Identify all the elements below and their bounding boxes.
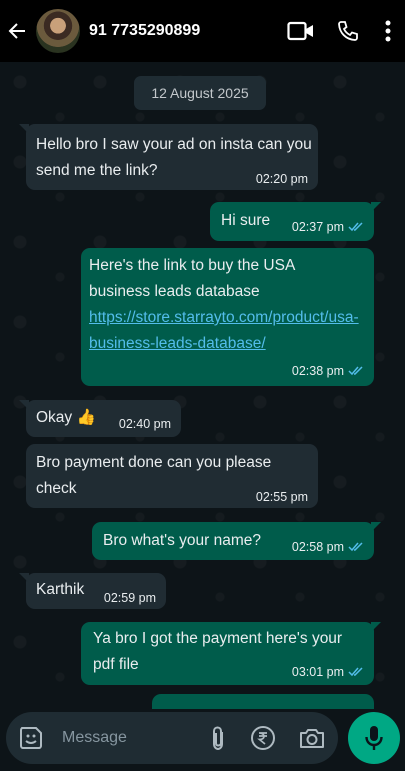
more-options-icon xyxy=(385,20,391,42)
message-incoming[interactable]: Okay 👍 02:40 pm xyxy=(19,400,181,437)
message-outgoing[interactable]: Ya bro I got the payment here's your pdf… xyxy=(81,622,381,685)
video-call-icon xyxy=(287,21,313,41)
payment-button[interactable] xyxy=(240,712,286,764)
voice-call-icon xyxy=(338,21,358,41)
sticker-icon xyxy=(20,727,42,749)
sticker-button[interactable] xyxy=(6,712,56,764)
message-input-bar[interactable]: Message xyxy=(6,712,338,764)
avatar[interactable] xyxy=(36,9,80,53)
video-call-button[interactable] xyxy=(277,0,325,62)
back-arrow-icon xyxy=(8,23,25,39)
message-time: 03:01 pm xyxy=(292,665,364,679)
composer: Message xyxy=(0,709,405,771)
message-time: 02:58 pm xyxy=(292,540,364,554)
camera-icon xyxy=(300,729,324,748)
message-text: Here's the link to buy the USA business … xyxy=(89,257,295,300)
message-time: 02:40 pm xyxy=(118,417,171,431)
attach-button[interactable] xyxy=(196,712,240,764)
message-outgoing[interactable]: Hi sure 02:37 pm xyxy=(210,202,381,241)
attach-icon xyxy=(213,726,223,751)
message-time: 02:59 pm xyxy=(103,591,156,605)
date-divider: 12 August 2025 xyxy=(134,76,266,110)
read-receipt-icon xyxy=(348,667,364,677)
read-receipt-icon xyxy=(348,366,364,376)
message-outgoing-partial[interactable] xyxy=(152,694,374,709)
message-outgoing[interactable]: Here's the link to buy the USA business … xyxy=(81,248,374,386)
mic-icon xyxy=(365,726,383,750)
message-incoming[interactable]: Bro payment done can you please check 02… xyxy=(26,444,318,508)
more-options-button[interactable] xyxy=(371,0,405,62)
message-time: 02:20 pm xyxy=(255,172,308,186)
message-time: 02:55 pm xyxy=(255,490,308,504)
message-outgoing[interactable]: Bro what's your name? 02:58 pm xyxy=(92,522,381,560)
message-incoming[interactable]: Karthik 02:59 pm xyxy=(19,573,166,609)
message-time: 02:37 pm xyxy=(292,220,364,234)
message-incoming[interactable]: Hello bro I saw your ad on insta can you… xyxy=(19,124,318,190)
chat-area[interactable]: 12 August 2025 Hello bro I saw your ad o… xyxy=(0,62,405,709)
payment-icon xyxy=(251,726,275,750)
read-receipt-icon xyxy=(348,222,364,232)
message-input[interactable]: Message xyxy=(62,729,196,747)
read-receipt-icon xyxy=(348,542,364,552)
message-time: 02:38 pm xyxy=(292,364,364,378)
chat-header: 91 7735290899 xyxy=(0,0,405,62)
contact-name[interactable]: 91 7735290899 xyxy=(89,22,277,40)
voice-call-button[interactable] xyxy=(325,0,371,62)
voice-message-button[interactable] xyxy=(348,712,400,764)
back-button[interactable] xyxy=(0,0,34,62)
camera-button[interactable] xyxy=(286,712,338,764)
message-link[interactable]: https://store.starrayto.com/product/usa-… xyxy=(89,305,365,357)
